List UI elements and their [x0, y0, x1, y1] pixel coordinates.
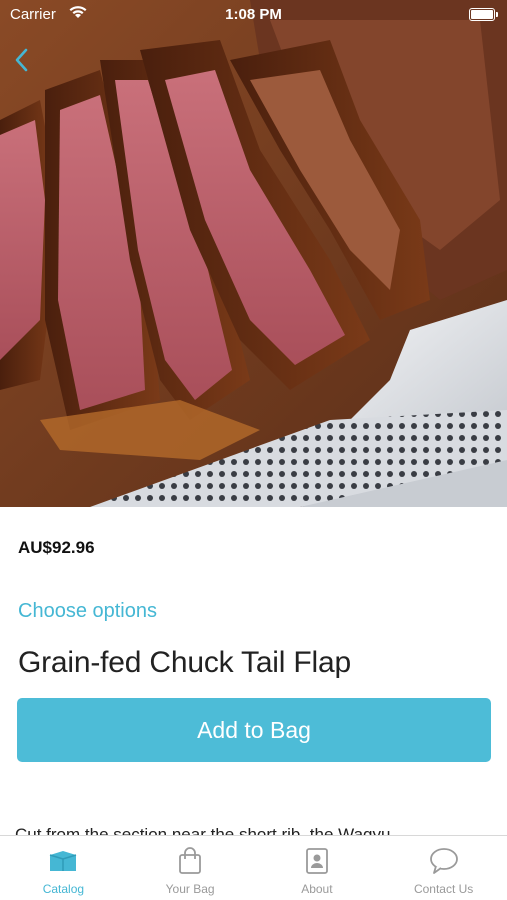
status-bar: Carrier 1:08 PM: [0, 0, 507, 30]
steak-photo: [0, 0, 507, 507]
bag-icon: [177, 846, 203, 876]
product-price: AU$92.96: [18, 538, 95, 557]
chat-icon: [429, 846, 459, 876]
chevron-left-icon: [15, 48, 28, 72]
tab-contact-us[interactable]: Contact Us: [380, 836, 507, 900]
tab-catalog[interactable]: Catalog: [0, 836, 127, 900]
add-to-bag-button[interactable]: Add to Bag: [17, 698, 491, 762]
tab-your-bag-label: Your Bag: [165, 882, 215, 896]
choose-options-link[interactable]: Choose options: [18, 600, 157, 623]
tab-about[interactable]: About: [254, 836, 381, 900]
about-icon: [304, 846, 330, 876]
add-to-bag-label: Add to Bag: [197, 716, 311, 743]
product-image: [0, 0, 507, 507]
catalog-icon: [48, 846, 78, 876]
tab-contact-us-label: Contact Us: [413, 882, 474, 896]
tab-catalog-label: Catalog: [42, 882, 85, 896]
tab-about-label: About: [301, 882, 333, 896]
status-time: 1:08 PM: [225, 6, 282, 23]
product-title: Grain-fed Chuck Tail Flap: [18, 646, 351, 679]
tab-bar: Catalog Your Bag About Contact Us: [0, 835, 507, 900]
battery-icon: [469, 8, 498, 21]
tab-your-bag[interactable]: Your Bag: [127, 836, 254, 900]
back-button[interactable]: [6, 42, 36, 78]
